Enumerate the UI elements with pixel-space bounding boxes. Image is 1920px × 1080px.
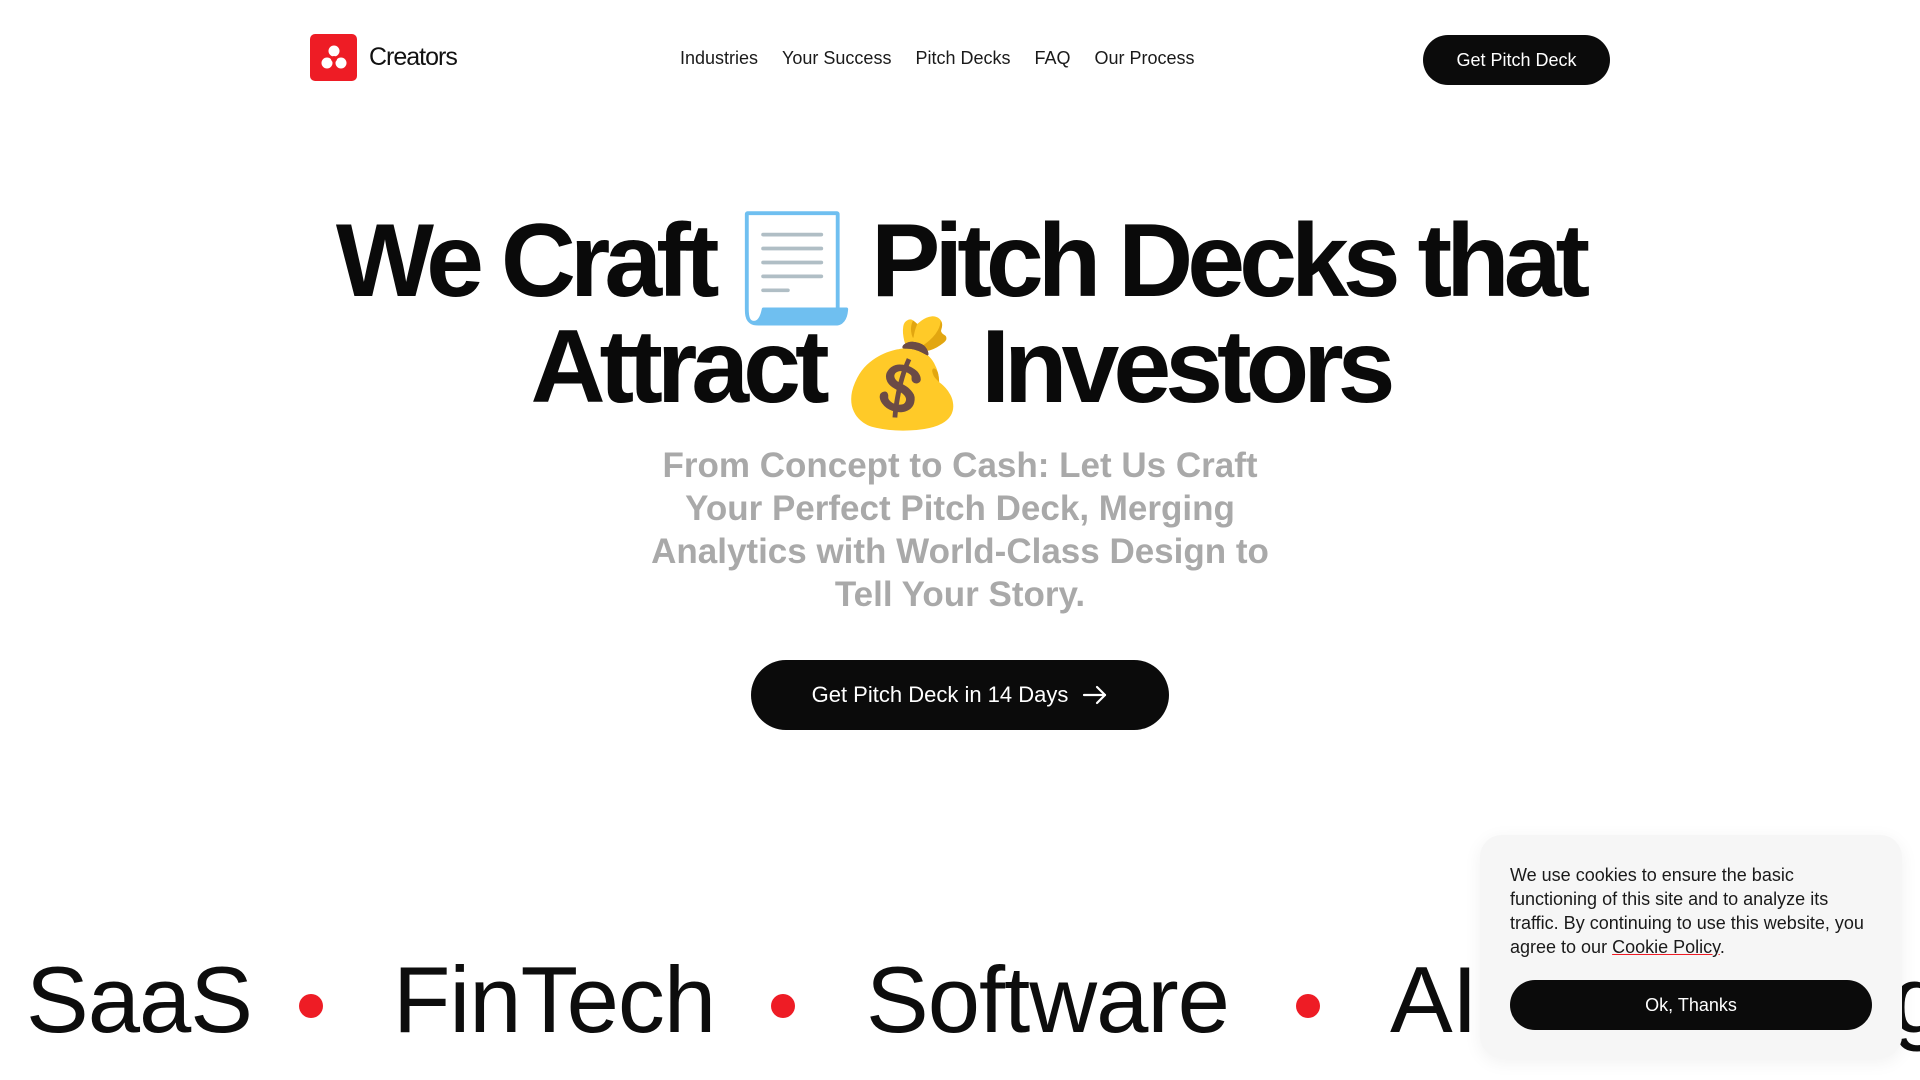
- brand-logo[interactable]: Creators: [310, 34, 458, 81]
- scroll-document-icon: 📃: [727, 210, 858, 327]
- hero-title: We Craft 📃 Pitch Decks that Attract 💰 Invest…: [0, 209, 1920, 433]
- marquee-separator-dot: [771, 994, 795, 1018]
- cookie-banner: We use cookies to ensure the basic funct…: [1480, 835, 1902, 1058]
- marquee-item-fintech: FinTech: [393, 947, 716, 1052]
- hero-title-line2-b: Investors: [981, 308, 1395, 425]
- hero-title-line1-b: Pitch Decks that: [871, 203, 1590, 319]
- cookie-accept-button[interactable]: Ok, Thanks: [1510, 980, 1872, 1030]
- nav-link-our-process[interactable]: Our Process: [1095, 48, 1195, 69]
- nav-link-faq[interactable]: FAQ: [1034, 48, 1070, 69]
- nav-link-pitch-decks[interactable]: Pitch Decks: [915, 48, 1010, 69]
- get-pitch-deck-button[interactable]: Get Pitch Deck: [1423, 35, 1610, 85]
- marquee-item-ai: AI: [1390, 947, 1478, 1052]
- arrow-right-icon: [1082, 685, 1108, 705]
- cookie-policy-link[interactable]: Cookie Policy: [1612, 937, 1720, 957]
- nav-links: Industries Your Success Pitch Decks FAQ …: [680, 48, 1195, 69]
- creators-logo-icon: [310, 34, 357, 81]
- hero-title-line1-a: We Craft: [335, 203, 720, 319]
- money-bag-icon: 💰: [837, 316, 968, 433]
- nav-link-industries[interactable]: Industries: [680, 48, 758, 69]
- cookie-message: We use cookies to ensure the basic funct…: [1510, 863, 1880, 959]
- hero-subtitle: From Concept to Cash: Let Us Craft Your …: [651, 446, 1269, 614]
- marquee-separator-dot: [299, 994, 323, 1018]
- brand-name: Creators: [369, 43, 458, 71]
- marquee-item-software: Software: [866, 947, 1230, 1052]
- hero-title-line2-a: Attract: [530, 308, 829, 425]
- cookie-period: .: [1719, 937, 1725, 957]
- top-navigation: Creators Industries Your Success Pitch D…: [0, 0, 1920, 120]
- hero-cta-label: Get Pitch Deck in 14 Days: [811, 682, 1069, 707]
- get-pitch-deck-14-days-button[interactable]: Get Pitch Deck in 14 Days: [751, 660, 1169, 730]
- marquee-item-saas: SaaS: [26, 947, 253, 1052]
- nav-link-your-success[interactable]: Your Success: [782, 48, 891, 69]
- marquee-separator-dot: [1296, 994, 1320, 1018]
